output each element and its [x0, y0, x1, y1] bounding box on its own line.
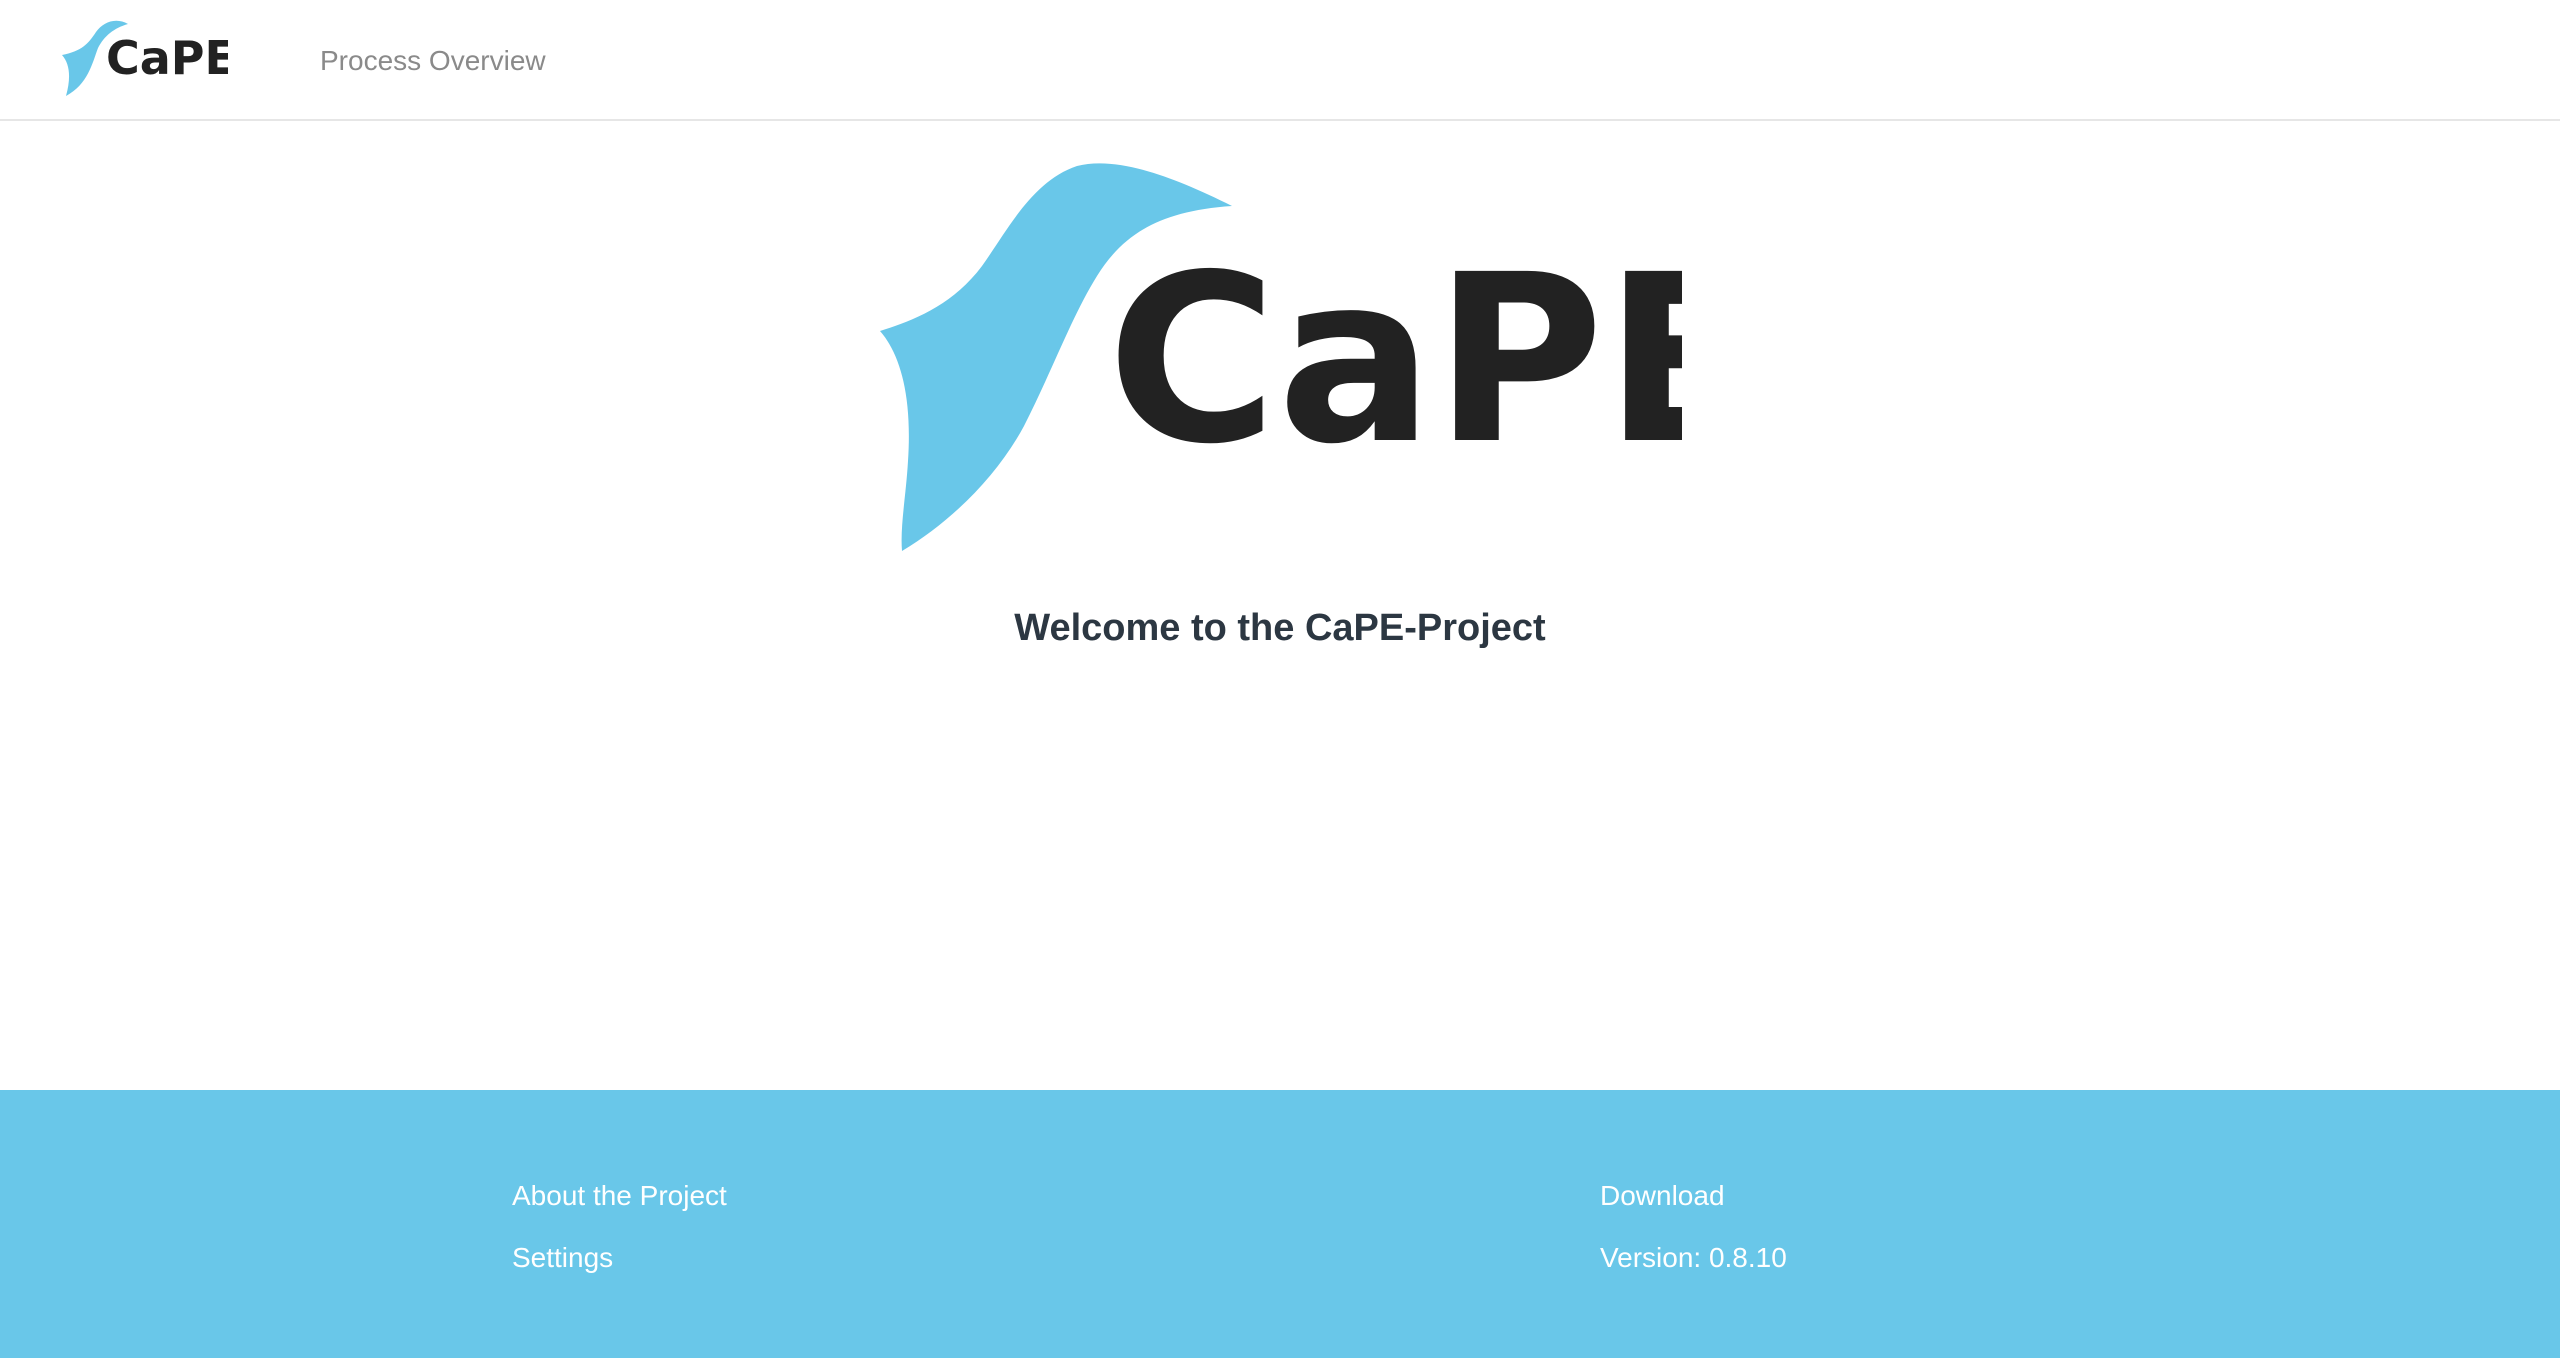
footer-download-link[interactable]: Download: [1600, 1178, 1725, 1214]
footer-settings-link[interactable]: Settings: [512, 1240, 613, 1276]
footer-about-link[interactable]: About the Project: [512, 1178, 727, 1214]
cape-bird-logo-icon: CaPE: [62, 20, 228, 96]
version-value: 0.8.10: [1708, 1242, 1787, 1273]
welcome-heading: Welcome to the CaPE-Project: [1014, 607, 1546, 649]
top-navbar: CaPE Process Overview: [0, 0, 2560, 121]
footer-version: Version: 0.8.10: [1600, 1240, 1787, 1276]
header-logo-link[interactable]: CaPE: [58, 18, 228, 100]
cape-bird-logo-icon: CaPE: [880, 163, 1682, 552]
hero-logo: CaPE: [872, 156, 1682, 556]
nav-process-overview-link[interactable]: Process Overview: [320, 43, 546, 79]
hero-logo-text: CaPE: [1107, 225, 1682, 495]
footer: About the Project Settings Download Vers…: [0, 1090, 2560, 1358]
version-prefix: Version:: [1600, 1242, 1702, 1273]
header-logo-text: CaPE: [106, 31, 228, 85]
